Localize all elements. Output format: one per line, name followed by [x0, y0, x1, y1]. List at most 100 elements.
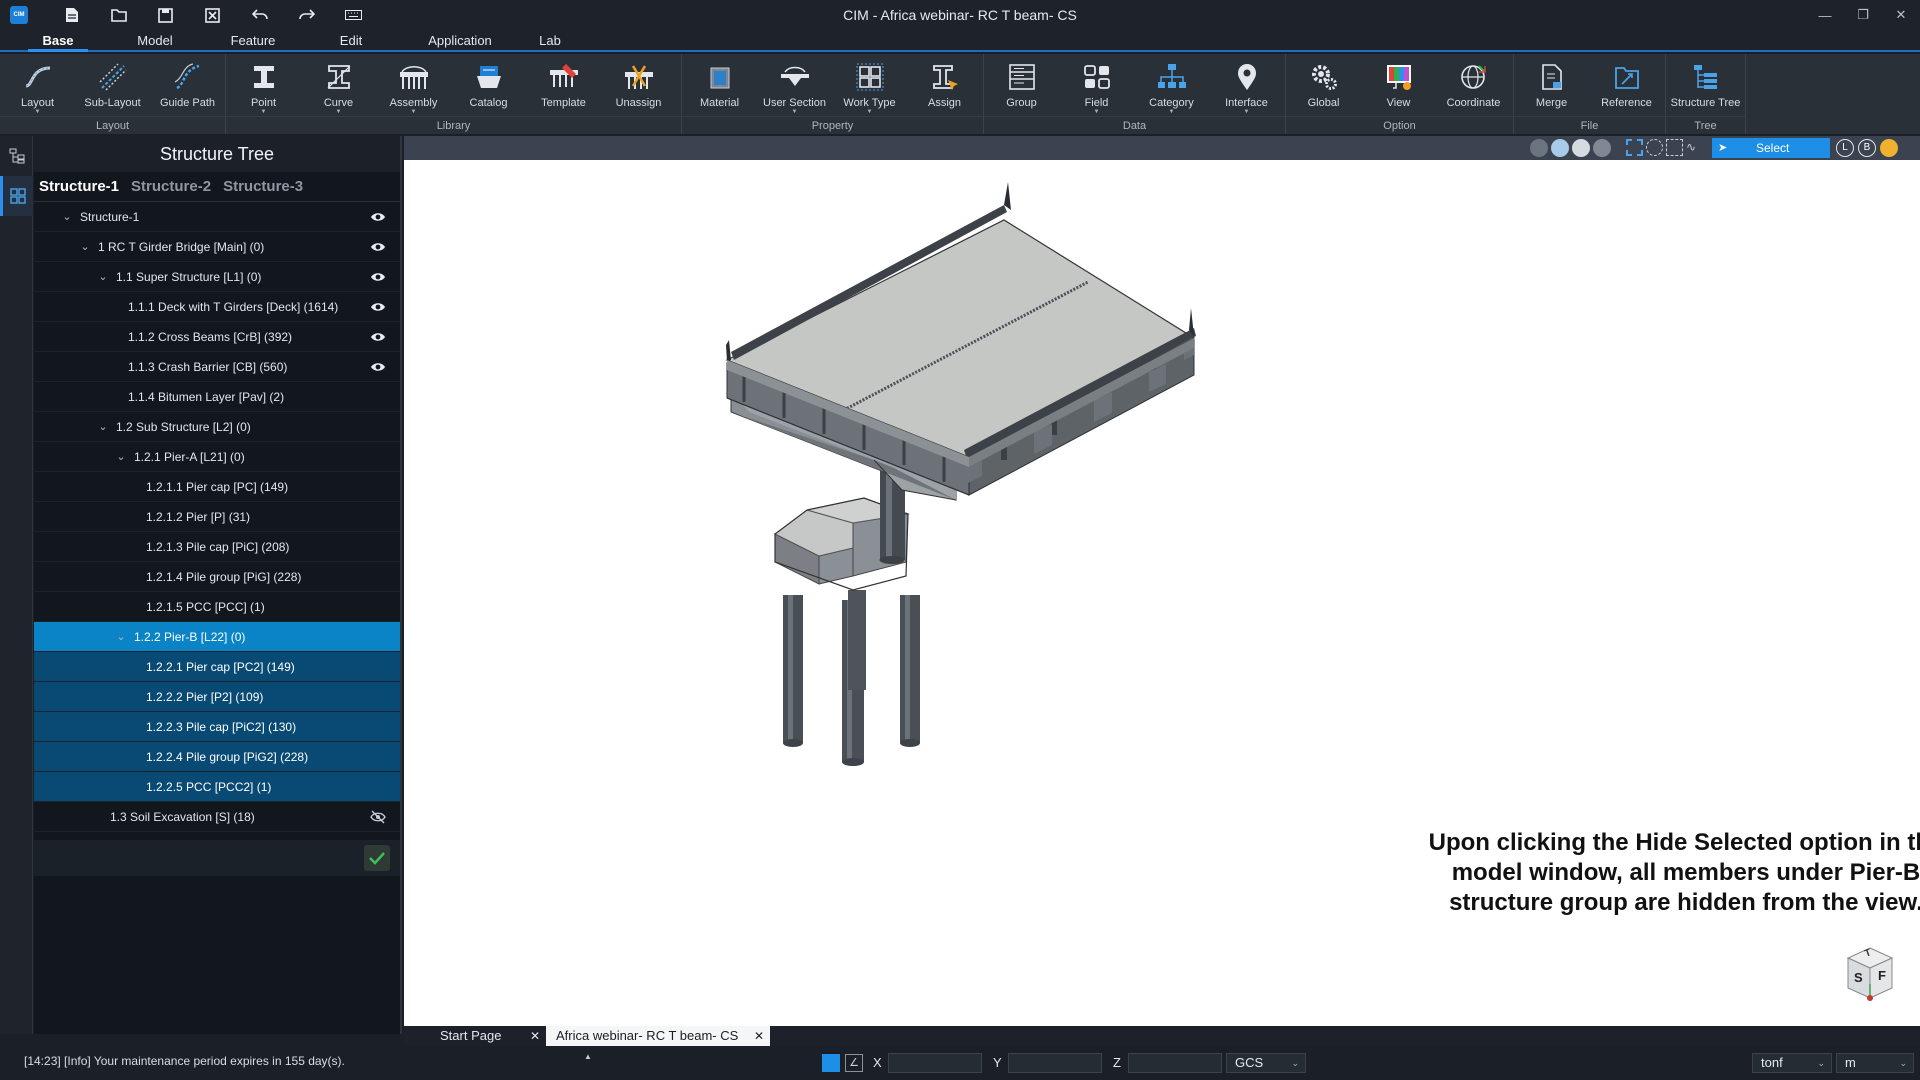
- cross-select-icon[interactable]: [1666, 139, 1683, 156]
- tab-structure-2[interactable]: Structure-2: [131, 178, 211, 195]
- tab-base[interactable]: Base: [10, 30, 106, 52]
- box-select-icon[interactable]: [1626, 139, 1643, 156]
- tree-node[interactable]: 1.2.2.1 Pier cap [PC2] (149): [34, 652, 400, 682]
- category-button[interactable]: Category ▼: [1134, 54, 1209, 116]
- expand-chevron-icon[interactable]: ⌄: [96, 420, 110, 433]
- assign-button[interactable]: Assign: [907, 54, 982, 116]
- template-button[interactable]: Template: [526, 54, 601, 116]
- doc-tab-active-model[interactable]: Africa webinar- RC T beam- CS ✕: [546, 1026, 770, 1046]
- length-unit-select[interactable]: m ⌄: [1836, 1053, 1914, 1073]
- redo-icon[interactable]: [283, 0, 330, 30]
- material-button[interactable]: Material: [682, 54, 757, 116]
- view-cube-f-face[interactable]: F: [1878, 968, 1886, 983]
- tree-node[interactable]: 1.3 Soil Excavation [S] (18): [34, 802, 400, 832]
- x-coord-field[interactable]: [888, 1053, 982, 1073]
- select-mode-button[interactable]: ➤ Select: [1712, 138, 1830, 158]
- interface-button[interactable]: Interface ▼: [1209, 54, 1284, 116]
- field-button[interactable]: Field ▼: [1059, 54, 1134, 116]
- guide-path-button[interactable]: Guide Path: [150, 54, 225, 116]
- tree-node[interactable]: 1.2.2.2 Pier [P2] (109): [34, 682, 400, 712]
- wire-view-icon[interactable]: [1593, 139, 1611, 157]
- doc-tab-start-page[interactable]: Start Page ✕: [404, 1026, 546, 1046]
- undo-icon[interactable]: [236, 0, 283, 30]
- force-unit-select[interactable]: tonf ⌄: [1752, 1053, 1832, 1073]
- tree-node[interactable]: 1.1.3 Crash Barrier [CB] (560): [34, 352, 400, 382]
- tab-model[interactable]: Model: [106, 30, 204, 50]
- expand-chevron-icon[interactable]: ⌄: [114, 630, 128, 643]
- tree-node[interactable]: ⌄ 1.2.1 Pier-A [L21] (0): [34, 442, 400, 472]
- tree-node[interactable]: 1.2.1.2 Pier [P] (31): [34, 502, 400, 532]
- expand-chevron-icon[interactable]: ⌄: [60, 210, 74, 223]
- tree-node[interactable]: 1.1.1 Deck with T Girders [Deck] (1614): [34, 292, 400, 322]
- tree-node[interactable]: 1.2.1.4 Pile group [PiG] (228): [34, 562, 400, 592]
- tree-node[interactable]: 1.1.2 Cross Beams [CrB] (392): [34, 322, 400, 352]
- user-section-button[interactable]: User Section ▼: [757, 54, 832, 116]
- tree-node[interactable]: 1.2.2.4 Pile group [PiG2] (228): [34, 742, 400, 772]
- apply-button[interactable]: [364, 845, 390, 871]
- solid-view-icon[interactable]: [1551, 139, 1569, 157]
- z-coord-field[interactable]: [1128, 1053, 1222, 1073]
- eye-icon[interactable]: [370, 270, 386, 284]
- view-cube-s-face[interactable]: S: [1854, 970, 1863, 985]
- tree-node[interactable]: ⌄ 1.2 Sub Structure [L2] (0): [34, 412, 400, 442]
- circle-select-icon[interactable]: [1646, 139, 1663, 156]
- save-icon[interactable]: [142, 0, 189, 30]
- layout-button[interactable]: Layout ▼: [0, 54, 75, 116]
- y-coord-field[interactable]: [1008, 1053, 1102, 1073]
- tab-lab[interactable]: Lab: [520, 30, 580, 50]
- eye-icon[interactable]: [370, 210, 386, 224]
- tree-node[interactable]: 1.2.2.3 Pile cap [PiC2] (130): [34, 712, 400, 742]
- unassign-button[interactable]: Unassign: [601, 54, 676, 116]
- tree-node[interactable]: ⌄ 1.1 Super Structure [L1] (0): [34, 262, 400, 292]
- tab-feature[interactable]: Feature: [204, 30, 302, 50]
- restore-icon[interactable]: ❐: [1844, 0, 1882, 30]
- global-button[interactable]: Global: [1286, 54, 1361, 116]
- angle-icon[interactable]: ∠: [845, 1054, 863, 1072]
- tab-application[interactable]: Application: [400, 30, 520, 50]
- shading-mode-icon[interactable]: [1530, 139, 1548, 157]
- tree-node[interactable]: ⌄ 1.2.2 Pier-B [L22] (0): [34, 622, 400, 652]
- open-folder-icon[interactable]: [95, 0, 142, 30]
- structure-tree-button[interactable]: Structure Tree: [1666, 54, 1745, 116]
- eye-off-icon[interactable]: [370, 810, 386, 824]
- structure-panel-icon[interactable]: [0, 176, 33, 216]
- expand-chevron-icon[interactable]: ⌄: [114, 450, 128, 463]
- tab-structure-3[interactable]: Structure-3: [223, 178, 303, 195]
- minimize-icon[interactable]: —: [1806, 0, 1844, 30]
- view-button[interactable]: View: [1361, 54, 1436, 116]
- tree-node[interactable]: ⌄ 1 RC T Girder Bridge [Main] (0): [34, 232, 400, 262]
- new-file-icon[interactable]: [48, 0, 95, 30]
- assembly-button[interactable]: Assembly ▼: [376, 54, 451, 116]
- tree-node[interactable]: 1.2.1.1 Pier cap [PC] (149): [34, 472, 400, 502]
- tab-structure-1[interactable]: Structure-1: [39, 178, 119, 195]
- coordinate-button[interactable]: Coordinate: [1436, 54, 1511, 116]
- group-button[interactable]: Group: [984, 54, 1059, 116]
- eye-icon[interactable]: [370, 360, 386, 374]
- tree-node[interactable]: 1.2.2.5 PCC [PCC2] (1): [34, 772, 400, 802]
- tab-edit[interactable]: Edit: [302, 30, 400, 50]
- shaded-view-icon[interactable]: [1572, 139, 1590, 157]
- expand-chevron-icon[interactable]: ⌄: [96, 270, 110, 283]
- tree-node[interactable]: 1.2.1.3 Pile cap [PiC] (208): [34, 532, 400, 562]
- close-tab-icon[interactable]: ✕: [754, 1026, 764, 1046]
- eye-icon[interactable]: [370, 240, 386, 254]
- model-viewport[interactable]: Upon clicking the Hide Selected option i…: [404, 160, 1920, 1026]
- keyboard-icon[interactable]: [330, 0, 377, 30]
- layer-b-icon[interactable]: B: [1858, 139, 1876, 157]
- work-type-button[interactable]: Work Type ▼: [832, 54, 907, 116]
- snap-icon[interactable]: [822, 1054, 840, 1072]
- render-settings-icon[interactable]: [1880, 139, 1898, 157]
- coordinate-system-select[interactable]: GCS ⌄: [1226, 1053, 1306, 1073]
- polyline-select-icon[interactable]: ∿: [1686, 139, 1703, 156]
- expand-chevron-icon[interactable]: ⌄: [78, 240, 92, 253]
- close-tab-icon[interactable]: ✕: [530, 1026, 540, 1046]
- tree-node[interactable]: 1.1.4 Bitumen Layer [Pav] (2): [34, 382, 400, 412]
- curve-button[interactable]: Curve ▼: [301, 54, 376, 116]
- point-button[interactable]: Point ▼: [226, 54, 301, 116]
- eye-icon[interactable]: [370, 330, 386, 344]
- pile-group[interactable]: [783, 590, 920, 766]
- layer-l-icon[interactable]: L: [1836, 139, 1854, 157]
- tree-view-icon[interactable]: [0, 136, 33, 176]
- tree-node[interactable]: ⌄ Structure-1: [34, 202, 400, 232]
- view-cube[interactable]: T S F: [1840, 944, 1900, 1004]
